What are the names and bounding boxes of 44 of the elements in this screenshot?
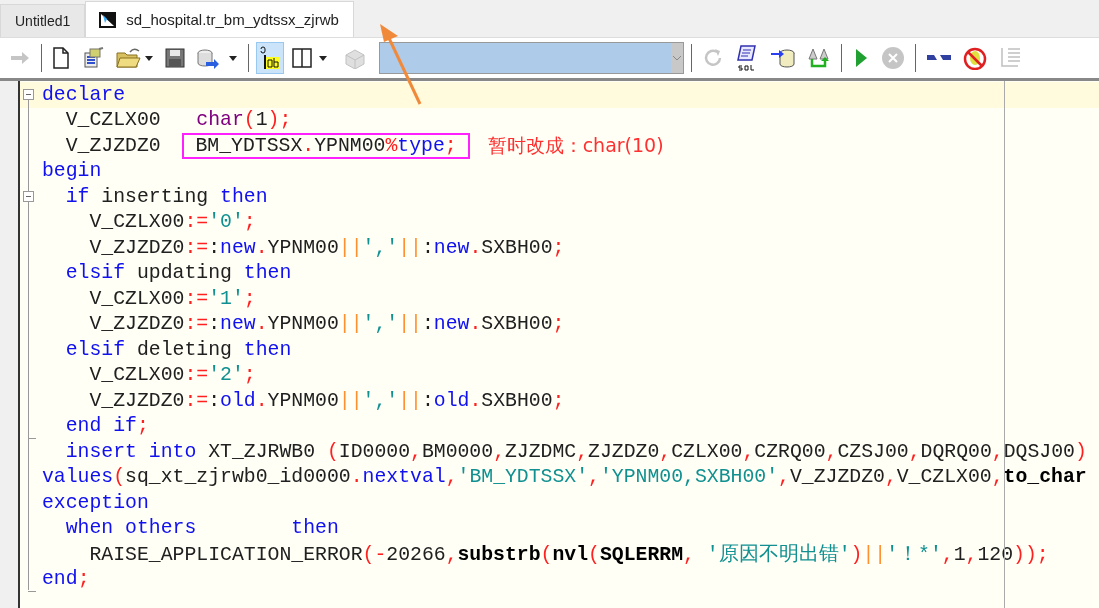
no-bug-icon	[963, 46, 987, 70]
text-highlight-icon	[259, 45, 281, 71]
code-line: V_ZJZDZ0:=:new.YPNM00||','||:new.SXBH00;	[88, 313, 565, 336]
code-line: end;	[42, 568, 90, 591]
indent-list-icon	[998, 46, 1022, 70]
folder-icon	[116, 47, 154, 69]
highlighted-code: BM_YDTSSX.YPNM00%type;	[182, 132, 470, 159]
refresh-icon	[702, 47, 724, 69]
code-line: values(sq_xt_zjrwb0_id0000.nextval,'BM_YDTSSX','YPNM00,SXBH00',V_ZJZDZ0,V_CZLX00,to_char	[42, 466, 1087, 489]
code-line: if inserting then	[64, 185, 268, 208]
code-line: V_CZLX00:='1';	[88, 287, 256, 310]
code-line: begin	[42, 160, 102, 183]
database-icon	[770, 47, 796, 69]
code-line: V_ZJZDZ0:=:old.YPNM00||','||:old.SXBH00;	[88, 389, 565, 412]
editor-tab[interactable]: Untitled1	[0, 4, 86, 37]
document-icon	[81, 47, 105, 69]
code-line: V_ZJZDZ0:=:new.YPNM00||','||:new.SXBH00;	[88, 236, 565, 259]
annotation-note: 暂时改成：char(10)	[487, 132, 664, 158]
editor-tab[interactable]: sd_hospital.tr_bm_ydtssx_zjrwb	[85, 1, 354, 37]
collapse-icon[interactable]	[23, 191, 34, 202]
code-line: V_ZJZDZ0	[64, 134, 162, 157]
code-line: RAISE_APPLICATION_ERROR(-20266,substrb(nvl(SQLERRM, '原因不明出错')||'！*',1,120));	[88, 542, 1049, 568]
code-line: exception	[42, 491, 149, 514]
code-line: end if;	[64, 415, 149, 438]
collapse-icon[interactable]	[23, 89, 34, 100]
highlight-text-button[interactable]	[256, 42, 284, 74]
trees-icon	[807, 47, 831, 69]
code-line: V_CZLX00:='2';	[88, 364, 256, 387]
code-line: when others then	[64, 517, 339, 540]
code-line: elsif updating then	[64, 262, 292, 285]
code-line: V_CZLX00:='0';	[88, 211, 256, 234]
code-line: V_CZLX00 char(1);	[64, 109, 292, 132]
code-line: elsif deleting then	[64, 338, 292, 361]
database-icon	[196, 47, 238, 69]
dash-icon	[926, 53, 952, 63]
code-line: declare	[42, 83, 126, 106]
arrow-icon	[9, 49, 31, 67]
chevron-down-icon	[672, 54, 682, 62]
page-icon	[52, 47, 70, 69]
sql-scroll-icon	[735, 44, 759, 72]
code-line: insert into XT_ZJRWB0 (ID0000,BM0000,ZJZDMC,ZJZDZ0,CZLX00,CZRQ00,CZSJ00,DQRQ00,DQSJ00)	[64, 440, 1087, 463]
trigger-icon	[98, 10, 119, 29]
stop-icon	[881, 46, 905, 70]
cube-icon	[343, 47, 367, 69]
